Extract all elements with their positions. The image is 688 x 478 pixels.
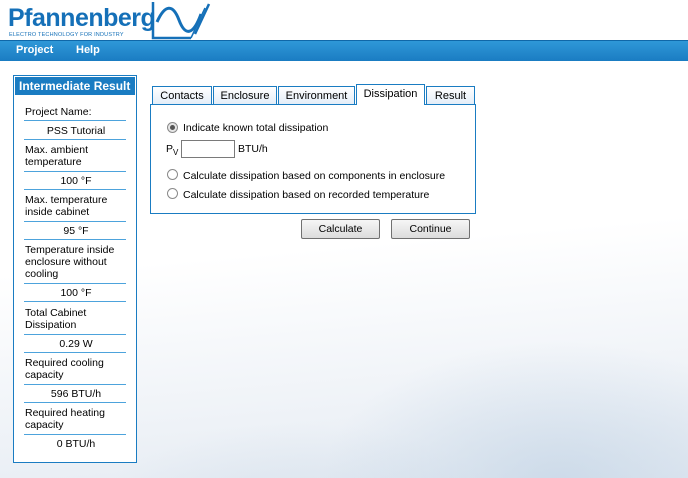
result-label-project-name: Project Name: <box>25 106 92 118</box>
result-value-heating: 0 BTU/h <box>56 438 96 450</box>
tab-environment[interactable]: Environment <box>278 86 355 104</box>
radio-components-dissipation[interactable] <box>167 169 178 180</box>
pv-label: PV <box>166 143 179 158</box>
divider <box>24 283 126 284</box>
divider <box>24 402 126 403</box>
continue-button[interactable]: Continue <box>391 219 470 239</box>
divider <box>24 301 126 302</box>
divider <box>24 334 126 335</box>
divider <box>24 189 126 190</box>
divider <box>24 352 126 353</box>
intermediate-result-panel: Intermediate Result Project Name: PSS Tu… <box>13 75 137 463</box>
sidebar-title: Intermediate Result <box>15 77 135 95</box>
brand-logo-text: Pfannenberg <box>8 4 156 32</box>
divider <box>24 384 126 385</box>
brand-tagline: ELECTRO TECHNOLOGY FOR INDUSTRY <box>9 32 124 38</box>
result-value-project-name: PSS Tutorial <box>46 125 106 137</box>
label-components-dissipation: Calculate dissipation based on component… <box>183 170 446 182</box>
tab-enclosure[interactable]: Enclosure <box>213 86 277 104</box>
result-value-dissipation: 0.29 W <box>59 338 93 350</box>
tab-dissipation[interactable]: Dissipation <box>356 84 425 105</box>
menu-bar: Project Help <box>0 40 688 61</box>
result-value-max-ambient: 100 °F <box>60 175 92 187</box>
label-recorded-dissipation: Calculate dissipation based on recorded … <box>183 189 430 201</box>
divider <box>24 171 126 172</box>
calculate-button[interactable]: Calculate <box>301 219 380 239</box>
brand-wave-icon <box>151 2 211 40</box>
result-value-cooling: 596 BTU/h <box>50 388 102 400</box>
menu-project[interactable]: Project <box>16 44 53 56</box>
header: Pfannenberg ELECTRO TECHNOLOGY FOR INDUS… <box>0 0 688 40</box>
result-label-temp-no-cooling: Temperature inside enclosure without coo… <box>25 244 115 280</box>
label-known-dissipation: Indicate known total dissipation <box>183 122 329 134</box>
pv-unit: BTU/h <box>238 143 268 155</box>
result-label-max-ambient: Max. ambient temperature <box>25 144 89 168</box>
result-value-max-inside: 95 °F <box>63 225 89 237</box>
result-label-max-inside: Max. temperature inside cabinet <box>25 194 108 218</box>
divider <box>24 434 126 435</box>
divider <box>24 120 126 121</box>
radio-known-dissipation[interactable] <box>167 122 178 133</box>
divider <box>24 221 126 222</box>
result-label-dissipation: Total Cabinet Dissipation <box>25 307 87 331</box>
menu-help[interactable]: Help <box>76 44 100 56</box>
tab-result[interactable]: Result <box>426 86 475 104</box>
divider <box>24 239 126 240</box>
tab-contacts[interactable]: Contacts <box>152 86 212 104</box>
result-label-cooling: Required cooling capacity <box>25 357 104 381</box>
result-value-temp-no-cooling: 100 °F <box>60 287 92 299</box>
divider <box>24 139 126 140</box>
pv-input[interactable] <box>181 140 235 158</box>
result-label-heating: Required heating capacity <box>25 407 105 431</box>
radio-recorded-dissipation[interactable] <box>167 188 178 199</box>
